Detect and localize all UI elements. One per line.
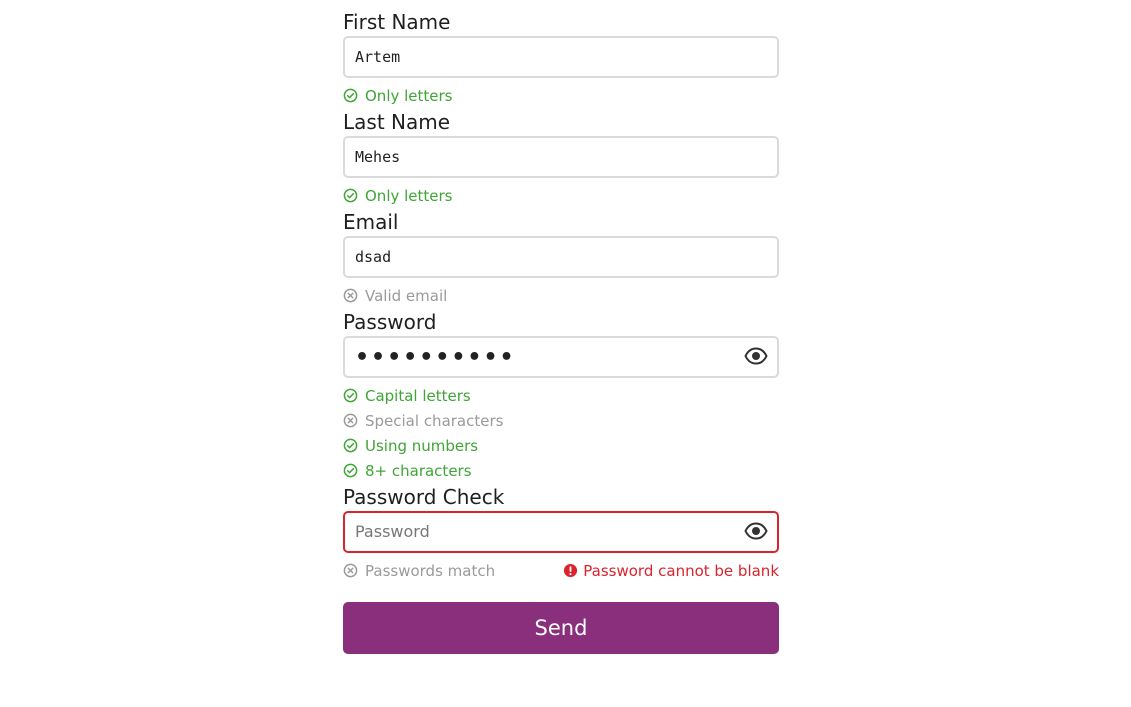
last-name-wrap <box>343 136 779 178</box>
x-circle-icon <box>343 563 358 578</box>
email-input[interactable] <box>343 236 779 278</box>
rule-text: Using numbers <box>365 436 479 455</box>
email-rules: Valid email <box>343 283 779 308</box>
email-wrap <box>343 236 779 278</box>
password-label: Password <box>343 310 437 334</box>
rule-text: Valid email <box>365 286 448 305</box>
rule-only-letters: Only letters <box>343 83 779 108</box>
error-text: Password cannot be blank <box>583 561 779 580</box>
rule-valid-email: Valid email <box>343 283 779 308</box>
password-check-wrap <box>343 511 779 553</box>
password-check-label: Password Check <box>343 485 505 509</box>
eye-icon[interactable] <box>744 521 768 541</box>
password-input[interactable] <box>343 336 779 378</box>
password-rules: Capital letters Special characters Using… <box>343 383 779 483</box>
send-button[interactable]: Send <box>343 602 779 654</box>
rule-text: Only letters <box>365 186 453 205</box>
rule-text: Capital letters <box>365 386 471 405</box>
rule-text: Only letters <box>365 86 453 105</box>
exclamation-circle-icon <box>564 563 578 578</box>
check-circle-icon <box>343 463 358 478</box>
check-circle-icon <box>343 438 358 453</box>
password-check-rules: Passwords match Password cannot be blank <box>343 558 779 583</box>
rule-capital-letters: Capital letters <box>343 383 779 408</box>
eye-icon[interactable] <box>744 346 768 366</box>
check-circle-icon <box>343 388 358 403</box>
last-name-input[interactable] <box>343 136 779 178</box>
rule-text: Passwords match <box>365 561 496 580</box>
rule-text: 8+ characters <box>365 461 472 480</box>
rule-8-plus-characters: 8+ characters <box>343 458 779 483</box>
x-circle-icon <box>343 288 358 303</box>
rule-special-characters: Special characters <box>343 408 779 433</box>
first-name-label: First Name <box>343 10 451 34</box>
rule-text: Special characters <box>365 411 504 430</box>
first-name-input[interactable] <box>343 36 779 78</box>
signup-form: First Name Only letters Last Name Only l… <box>343 0 779 654</box>
email-label: Email <box>343 210 399 234</box>
password-check-status-row: Passwords match Password cannot be blank <box>343 558 779 583</box>
x-circle-icon <box>343 413 358 428</box>
password-wrap <box>343 336 779 378</box>
password-check-input[interactable] <box>343 511 779 553</box>
last-name-rules: Only letters <box>343 183 779 208</box>
first-name-wrap <box>343 36 779 78</box>
check-circle-icon <box>343 188 358 203</box>
error-message: Password cannot be blank <box>563 562 779 580</box>
check-circle-icon <box>343 88 358 103</box>
rule-only-letters: Only letters <box>343 183 779 208</box>
last-name-label: Last Name <box>343 110 451 134</box>
rule-using-numbers: Using numbers <box>343 433 779 458</box>
rule-passwords-match: Passwords match <box>343 558 495 583</box>
first-name-rules: Only letters <box>343 83 779 108</box>
